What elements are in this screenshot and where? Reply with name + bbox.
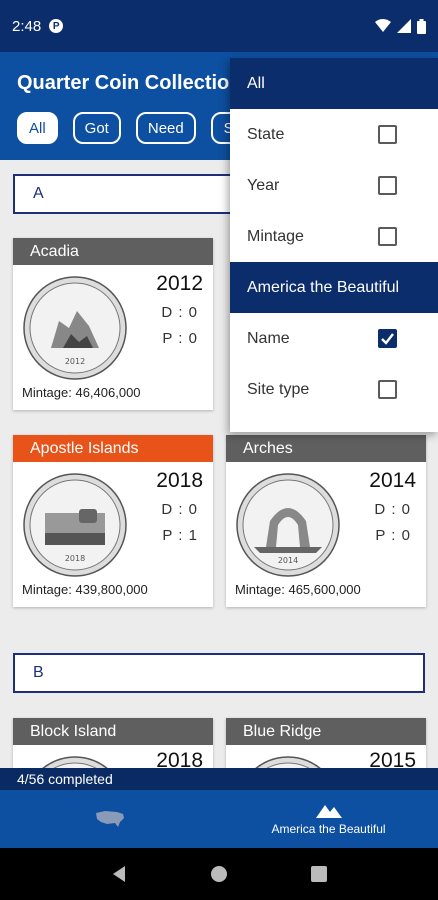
filter-chip-all[interactable]: All <box>17 112 58 144</box>
back-icon[interactable] <box>111 865 127 883</box>
svg-text:2018: 2018 <box>65 554 85 563</box>
home-icon[interactable] <box>210 865 228 883</box>
menu-item-state[interactable]: State <box>230 109 438 160</box>
coin-p-count: P : 0 <box>375 527 411 544</box>
coin-image <box>42 756 108 768</box>
coin-mintage: Mintage: 465,600,000 <box>235 582 361 597</box>
coin-image: 2014 <box>236 473 340 577</box>
coin-image: 2018 <box>23 473 127 577</box>
coin-name: Apostle Islands <box>13 435 213 462</box>
coin-year: 2018 <box>156 469 203 492</box>
nav-states[interactable] <box>0 790 219 848</box>
notification-icon: P <box>49 19 64 33</box>
coin-d-count: D : 0 <box>161 501 198 518</box>
menu-item-mintage[interactable]: Mintage <box>230 211 438 262</box>
status-time: 2:48 <box>12 17 42 35</box>
check-icon <box>381 333 394 345</box>
section-header-b: B <box>13 653 425 693</box>
battery-icon <box>417 18 426 34</box>
signal-icon <box>397 19 411 33</box>
coin-year: 2012 <box>156 272 203 295</box>
site-type-checkbox[interactable] <box>378 380 397 399</box>
coin-card-block-island[interactable]: Block Island 2018 <box>13 718 213 768</box>
menu-item-label: Mintage <box>247 227 304 245</box>
coin-image: 2012 <box>23 276 127 380</box>
menu-item-year[interactable]: Year <box>230 160 438 211</box>
app-title: Quarter Coin Collection <box>17 72 242 94</box>
coin-name: Arches <box>226 435 426 462</box>
svg-text:2014: 2014 <box>278 556 298 565</box>
coin-year: 2018 <box>156 749 203 768</box>
coin-p-count: P : 0 <box>162 330 198 347</box>
svg-text:2012: 2012 <box>65 357 85 366</box>
coin-name: Acadia <box>13 238 213 265</box>
menu-item-name[interactable]: Name <box>230 313 438 364</box>
wifi-icon <box>375 19 391 32</box>
coin-name: Block Island <box>13 718 213 745</box>
menu-item-label: Name <box>247 329 290 347</box>
coin-card-arches[interactable]: Arches 2014 2014 D : 0 P : 0 Mintage: 46… <box>226 435 426 607</box>
coin-year: 2015 <box>369 749 416 768</box>
coin-d-count: D : 0 <box>161 304 198 321</box>
name-checkbox[interactable] <box>378 329 397 348</box>
filter-chip-got[interactable]: Got <box>72 112 121 144</box>
system-nav-bar <box>0 848 438 900</box>
progress-status: 4/56 completed <box>0 768 438 790</box>
coin-p-count: P : 1 <box>162 527 198 544</box>
bottom-navigation: America the Beautiful <box>0 790 438 848</box>
state-checkbox[interactable] <box>378 125 397 144</box>
menu-item-label: State <box>247 125 285 143</box>
filter-chip-need[interactable]: Need <box>135 112 196 144</box>
coin-name: Blue Ridge <box>226 718 426 745</box>
nav-america-the-beautiful[interactable]: America the Beautiful <box>219 790 438 848</box>
us-map-icon <box>95 811 124 827</box>
coin-year: 2014 <box>369 469 416 492</box>
menu-item-label: Site type <box>247 380 310 398</box>
coin-card-acadia[interactable]: Acadia 2012 2012 D : 0 P : 0 Mintage: 46… <box>13 238 213 410</box>
sort-menu: All State Year Mintage America the Beaut… <box>230 58 438 432</box>
coin-d-count: D : 0 <box>374 501 411 518</box>
coin-card-apostle-islands[interactable]: Apostle Islands 2018 2018 D : 0 P : 1 Mi… <box>13 435 213 607</box>
nav-label: America the Beautiful <box>271 822 386 836</box>
coin-mintage: Mintage: 439,800,000 <box>22 582 148 597</box>
progress-text: 4/56 completed <box>17 771 113 787</box>
coin-image <box>255 756 321 768</box>
year-checkbox[interactable] <box>378 176 397 195</box>
menu-item-site-type[interactable]: Site type <box>230 364 438 415</box>
mintage-checkbox[interactable] <box>378 227 397 246</box>
filter-chips: All Got Need St <box>17 112 251 144</box>
coin-mintage: Mintage: 46,406,000 <box>22 385 141 400</box>
coin-card-blue-ridge[interactable]: Blue Ridge 2015 <box>226 718 426 768</box>
mountains-icon <box>315 805 342 818</box>
recents-icon[interactable] <box>310 866 327 882</box>
status-bar: 2:48 P <box>0 0 438 52</box>
menu-header-all[interactable]: All <box>230 58 438 109</box>
menu-header-america-the-beautiful[interactable]: America the Beautiful <box>230 262 438 313</box>
menu-item-label: Year <box>247 176 280 194</box>
